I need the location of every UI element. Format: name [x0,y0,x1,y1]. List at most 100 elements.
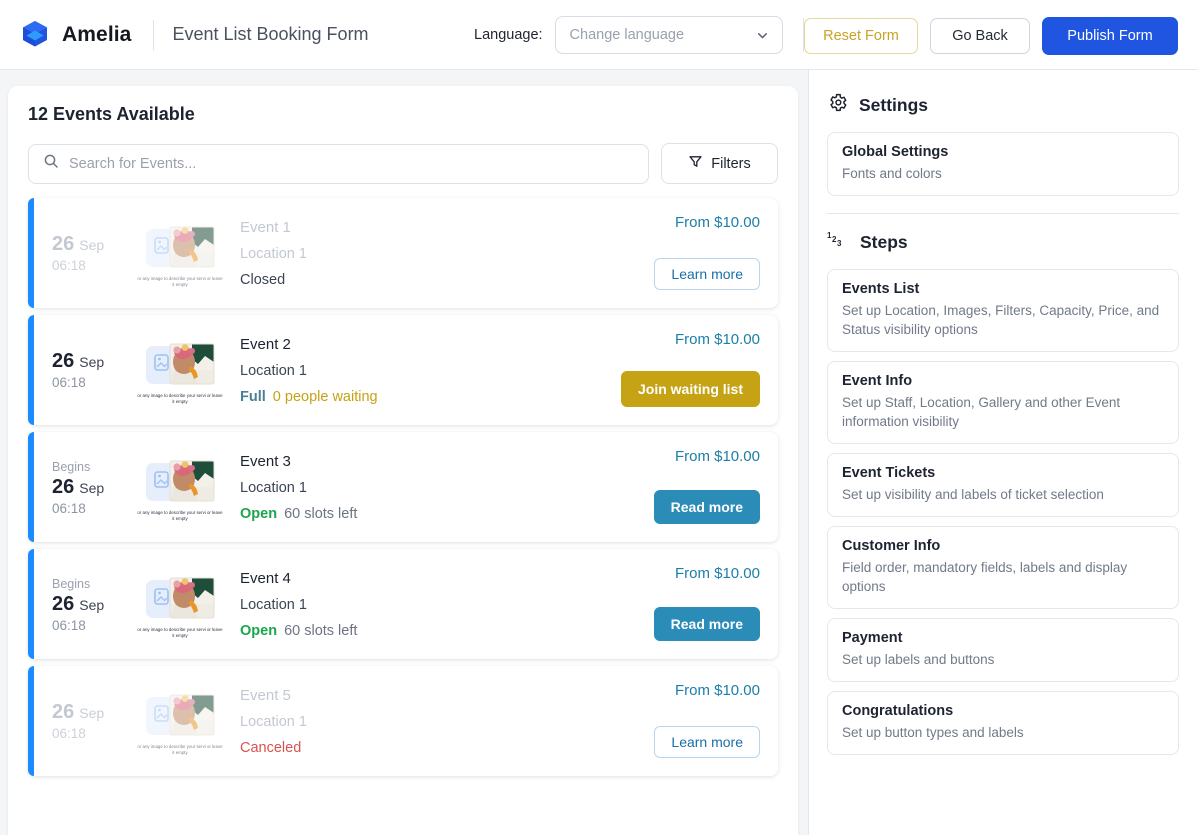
step-item-event-tickets[interactable]: Event Tickets Set up visibility and labe… [827,453,1179,517]
event-card-accent-bar [28,549,34,659]
event-status-extra: 60 slots left [284,623,357,639]
event-info: Event 3 Location 1 Open 60 slots left [226,432,598,542]
event-thumbnail: or any image to describe your servi or l… [134,198,226,308]
event-card[interactable]: 26 Sep 06:18 or any image to describe yo… [28,315,778,425]
event-thumbnail-caption: or any image to describe your servi or l… [137,744,223,756]
language-select[interactable]: Change language [555,16,783,54]
event-card[interactable]: Begins 26 Sep 06:18 or any image to desc… [28,549,778,659]
side-card-subtitle: Field order, mandatory fields, labels an… [842,558,1164,596]
event-begins-label: Begins [52,459,134,476]
settings-section: Settings Global Settings Fonts and color… [809,70,1197,214]
event-status: Closed [240,272,598,288]
event-card[interactable]: 26 Sep 06:18 or any image to describe yo… [28,198,778,308]
event-info: Event 4 Location 1 Open 60 slots left [226,549,598,659]
event-thumbnail-image [144,223,216,273]
side-card-subtitle: Set up button types and labels [842,723,1164,742]
event-price: From $10.00 [675,331,760,348]
event-date-block: Begins 26 Sep 06:18 [42,432,134,542]
event-thumbnail-image [144,340,216,390]
event-status-label: Open [240,506,277,522]
event-thumbnail: or any image to describe your servi or l… [134,549,226,659]
page-title: Event List Booking Form [172,24,368,45]
event-status: Open 60 slots left [240,623,598,639]
search-input[interactable]: Search for Events... [69,156,196,172]
read-more-button[interactable]: Read more [654,607,760,641]
settings-card-list: Global Settings Fonts and colors [827,132,1179,196]
event-time: 06:18 [52,726,134,741]
event-price: From $10.00 [675,448,760,465]
event-day: 26 [52,476,74,499]
events-count-label: 12 Events Available [28,104,778,125]
header-divider-1 [153,20,154,50]
event-month: Sep [79,480,104,496]
steps-section-header: 1 2 3 Steps [827,230,1179,255]
event-month: Sep [79,705,104,721]
go-back-button[interactable]: Go Back [930,18,1030,54]
reset-form-button[interactable]: Reset Form [804,18,918,54]
search-row: Search for Events... Filters [28,143,778,184]
step-item-congratulations[interactable]: Congratulations Set up button types and … [827,691,1179,755]
event-day: 26 [52,701,74,724]
language-label: Language: [474,27,543,43]
event-price: From $10.00 [675,214,760,231]
side-card-title: Events List [842,281,1164,297]
chevron-down-icon [755,28,770,43]
publish-form-button[interactable]: Publish Form [1042,17,1178,55]
event-thumbnail-caption: or any image to describe your servi or l… [137,393,223,405]
learn-more-button[interactable]: Learn more [654,258,760,290]
side-card-title: Global Settings [842,144,1164,160]
settings-item-global-settings[interactable]: Global Settings Fonts and colors [827,132,1179,196]
event-thumbnail-image [144,691,216,741]
side-card-subtitle: Set up labels and buttons [842,650,1164,669]
event-thumbnail: or any image to describe your servi or l… [134,666,226,776]
event-card[interactable]: Begins 26 Sep 06:18 or any image to desc… [28,432,778,542]
filters-button[interactable]: Filters [661,143,778,184]
event-card-accent-bar [28,432,34,542]
event-status-extra: 60 slots left [284,506,357,522]
event-price: From $10.00 [675,682,760,699]
event-day-wrap: 26 Sep [52,476,134,499]
event-day: 26 [52,233,74,256]
event-location: Location 1 [240,246,598,262]
event-location: Location 1 [240,714,598,730]
event-right-block: From $10.00 Join waiting list [598,315,778,425]
search-input-wrapper[interactable]: Search for Events... [28,144,649,184]
event-date-block: 26 Sep 06:18 [42,315,134,425]
brand: Amelia [18,18,131,52]
steps-card-list: Events List Set up Location, Images, Fil… [827,269,1179,755]
filters-button-label: Filters [711,156,750,172]
side-card-subtitle: Fonts and colors [842,164,1164,183]
svg-text:3: 3 [837,239,842,248]
event-name: Event 4 [240,570,598,587]
join-waiting-list-button[interactable]: Join waiting list [621,371,760,407]
learn-more-button[interactable]: Learn more [654,726,760,758]
event-name: Event 3 [240,453,598,470]
event-date-block: Begins 26 Sep 06:18 [42,549,134,659]
side-card-title: Event Info [842,373,1164,389]
event-status-label: Open [240,623,277,639]
step-item-event-info[interactable]: Event Info Set up Staff, Location, Galle… [827,361,1179,444]
step-item-payment[interactable]: Payment Set up labels and buttons [827,618,1179,682]
event-card[interactable]: 26 Sep 06:18 or any image to describe yo… [28,666,778,776]
events-panel: 12 Events Available Search for Events...… [8,86,798,835]
step-item-events-list[interactable]: Events List Set up Location, Images, Fil… [827,269,1179,352]
read-more-button[interactable]: Read more [654,490,760,524]
event-thumbnail: or any image to describe your servi or l… [134,315,226,425]
event-right-block: From $10.00 Read more [598,549,778,659]
event-time: 06:18 [52,618,134,633]
event-card-accent-bar [28,198,34,308]
event-status-extra: 0 people waiting [273,389,378,405]
event-right-block: From $10.00 Learn more [598,198,778,308]
event-status: Open 60 slots left [240,506,598,522]
step-item-customer-info[interactable]: Customer Info Field order, mandatory fie… [827,526,1179,609]
event-card-accent-bar [28,315,34,425]
side-card-title: Payment [842,630,1164,646]
side-card-title: Customer Info [842,538,1164,554]
language-select-value: Change language [570,27,685,43]
event-info: Event 1 Location 1 Closed [226,198,598,308]
header-actions: Reset Form Go Back Publish Form [804,17,1178,55]
event-time: 06:18 [52,375,134,390]
event-status-label: Full [240,389,266,405]
event-status: Canceled [240,740,598,756]
event-location: Location 1 [240,480,598,496]
